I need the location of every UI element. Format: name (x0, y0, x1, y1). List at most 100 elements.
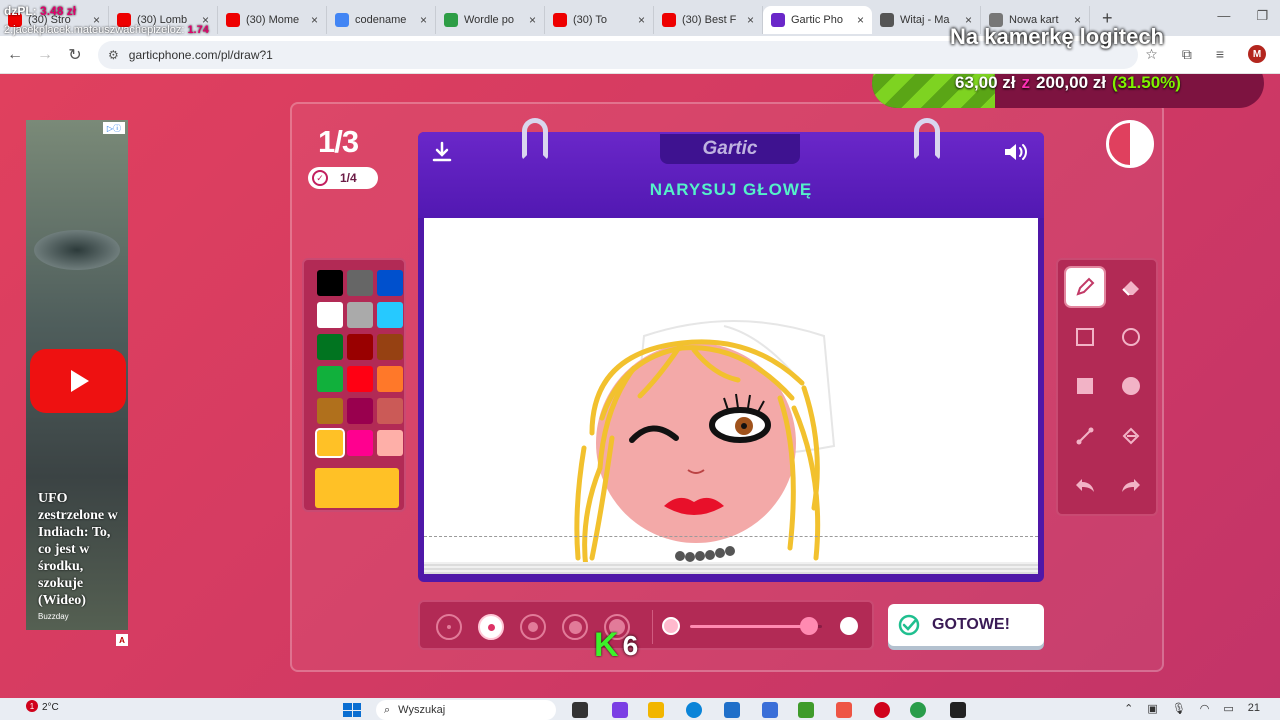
brush-size-dot (528, 622, 538, 632)
ad-headline[interactable]: UFO zestrzelone w Indiach: To, co jest w… (38, 490, 124, 609)
players-done-badge: ✓ 1/4 (308, 167, 378, 189)
goal-separator: z (1021, 74, 1031, 92)
forward-icon[interactable]: → (30, 46, 60, 64)
close-tab-icon[interactable]: × (638, 13, 645, 27)
ad-brand: Buzzday (38, 612, 69, 621)
color-swatch[interactable] (347, 270, 373, 296)
color-swatch[interactable] (377, 334, 403, 360)
store-icon[interactable] (724, 702, 740, 718)
stream-k-badge: K 6 (594, 626, 638, 665)
color-swatch[interactable] (377, 270, 403, 296)
opera-icon[interactable] (874, 702, 890, 718)
browser-tab[interactable]: Wordle po × (436, 6, 545, 34)
color-swatch[interactable] (317, 270, 343, 296)
copilot-icon[interactable] (612, 702, 628, 718)
taskbar-search[interactable]: ⌕ Wyszukaj (376, 700, 556, 720)
browser-tab[interactable]: Gartic Pho × (763, 6, 872, 34)
opacity-min-icon (662, 617, 680, 635)
tray-chevron-icon[interactable]: ⌃ (1124, 702, 1133, 715)
profile-avatar[interactable]: M (1248, 45, 1266, 63)
weather-widget[interactable]: 2°C (42, 702, 59, 713)
restore-icon[interactable]: ❐ (1256, 8, 1268, 24)
eraser-icon[interactable] (1112, 268, 1150, 306)
download-icon[interactable] (430, 140, 454, 164)
close-tab-icon[interactable]: × (420, 13, 427, 27)
circle-outline-icon[interactable] (1112, 318, 1150, 356)
color-swatch[interactable] (347, 334, 373, 360)
ea-app-icon[interactable] (836, 702, 852, 718)
head-drawing (574, 320, 836, 571)
drawing-prompt: NARYSUJ GŁOWĘ (649, 180, 813, 199)
site-settings-icon[interactable]: ⚙ (108, 48, 119, 62)
chrome-icon[interactable] (910, 702, 926, 718)
ad-info-icon[interactable]: ▷ⓘ (103, 122, 125, 134)
microphone-icon[interactable]: 🎙 (1172, 702, 1186, 715)
reading-list-icon[interactable]: ≡ (1216, 46, 1224, 62)
extensions-icon[interactable]: ⧉ (1182, 46, 1192, 63)
brush-size-option[interactable] (562, 614, 588, 640)
theme-toggle-icon[interactable] (1106, 120, 1154, 168)
color-swatch[interactable] (377, 366, 403, 392)
canvas-guide-line (424, 536, 1038, 537)
color-swatch[interactable] (317, 366, 343, 392)
opacity-slider-knob[interactable] (799, 617, 818, 635)
tray-app-icon[interactable]: ▣ (1147, 702, 1157, 715)
color-palette (302, 258, 406, 512)
close-tab-icon[interactable]: × (747, 13, 754, 27)
color-swatch[interactable] (347, 430, 373, 456)
color-swatch[interactable] (315, 428, 345, 458)
file-explorer-icon[interactable] (648, 702, 664, 718)
color-swatch[interactable] (347, 302, 373, 328)
color-swatch[interactable] (377, 430, 403, 456)
brush-settings-bar (418, 600, 874, 650)
color-swatch[interactable] (347, 398, 373, 424)
line-icon[interactable] (1066, 417, 1104, 455)
color-swatch[interactable] (377, 398, 403, 424)
youtube-play-icon[interactable] (30, 349, 126, 413)
wifi-icon[interactable]: ◠ (1200, 702, 1210, 715)
close-tab-icon[interactable]: × (857, 13, 864, 27)
browser-tab[interactable]: (30) To × (545, 6, 654, 34)
browser-tab[interactable]: codename × (327, 6, 436, 34)
browser-tab[interactable]: (30) Best F × (654, 6, 763, 34)
rectangle-filled-icon[interactable] (1066, 367, 1104, 405)
pencil-icon[interactable] (1066, 268, 1104, 306)
drawing-canvas[interactable] (424, 218, 1038, 574)
undo-icon[interactable] (1066, 466, 1104, 504)
volume-icon[interactable] (1002, 140, 1030, 164)
redo-icon[interactable] (1112, 466, 1150, 504)
color-swatch[interactable] (377, 302, 403, 328)
done-button[interactable]: GOTOWE! (888, 604, 1044, 646)
reload-icon[interactable]: ↻ (60, 45, 90, 65)
minimize-icon[interactable]: — (1217, 8, 1230, 24)
back-icon[interactable]: ← (0, 46, 30, 64)
battery-icon[interactable]: ▭ (1223, 702, 1233, 715)
browser-tab[interactable]: (30) Mome × (218, 6, 327, 34)
brush-size-option[interactable] (436, 614, 462, 640)
edge-icon[interactable] (686, 702, 702, 718)
windows-start-icon[interactable] (343, 703, 361, 717)
rectangle-outline-icon[interactable] (1066, 318, 1104, 356)
brush-divider (652, 610, 653, 644)
close-tab-icon[interactable]: × (311, 13, 318, 27)
circle-filled-icon[interactable] (1112, 367, 1150, 405)
binder-ring-right (914, 118, 940, 160)
color-swatch[interactable] (317, 398, 343, 424)
color-swatch[interactable] (317, 302, 343, 328)
adchoices-icon[interactable]: A (116, 634, 128, 646)
camera-goal-title: Na kamerkę logitech (950, 24, 1164, 49)
close-tab-icon[interactable]: × (529, 13, 536, 27)
youtube-icon (553, 13, 567, 27)
color-swatch[interactable] (347, 366, 373, 392)
bucket-fill-icon[interactable] (1112, 417, 1150, 455)
brush-size-option[interactable] (478, 614, 504, 640)
minecraft-icon[interactable] (798, 702, 814, 718)
tab-title: Wordle po (464, 14, 514, 26)
clock[interactable]: 21 (1248, 702, 1260, 715)
brush-size-option[interactable] (520, 614, 546, 640)
app-icon[interactable] (950, 702, 966, 718)
donation-sub-overlay: 2.jacekplacek.mateuszwachepizeloz: 1.74 (4, 24, 209, 36)
defender-icon[interactable] (762, 702, 778, 718)
task-view-icon[interactable] (572, 702, 588, 718)
color-swatch[interactable] (317, 334, 343, 360)
